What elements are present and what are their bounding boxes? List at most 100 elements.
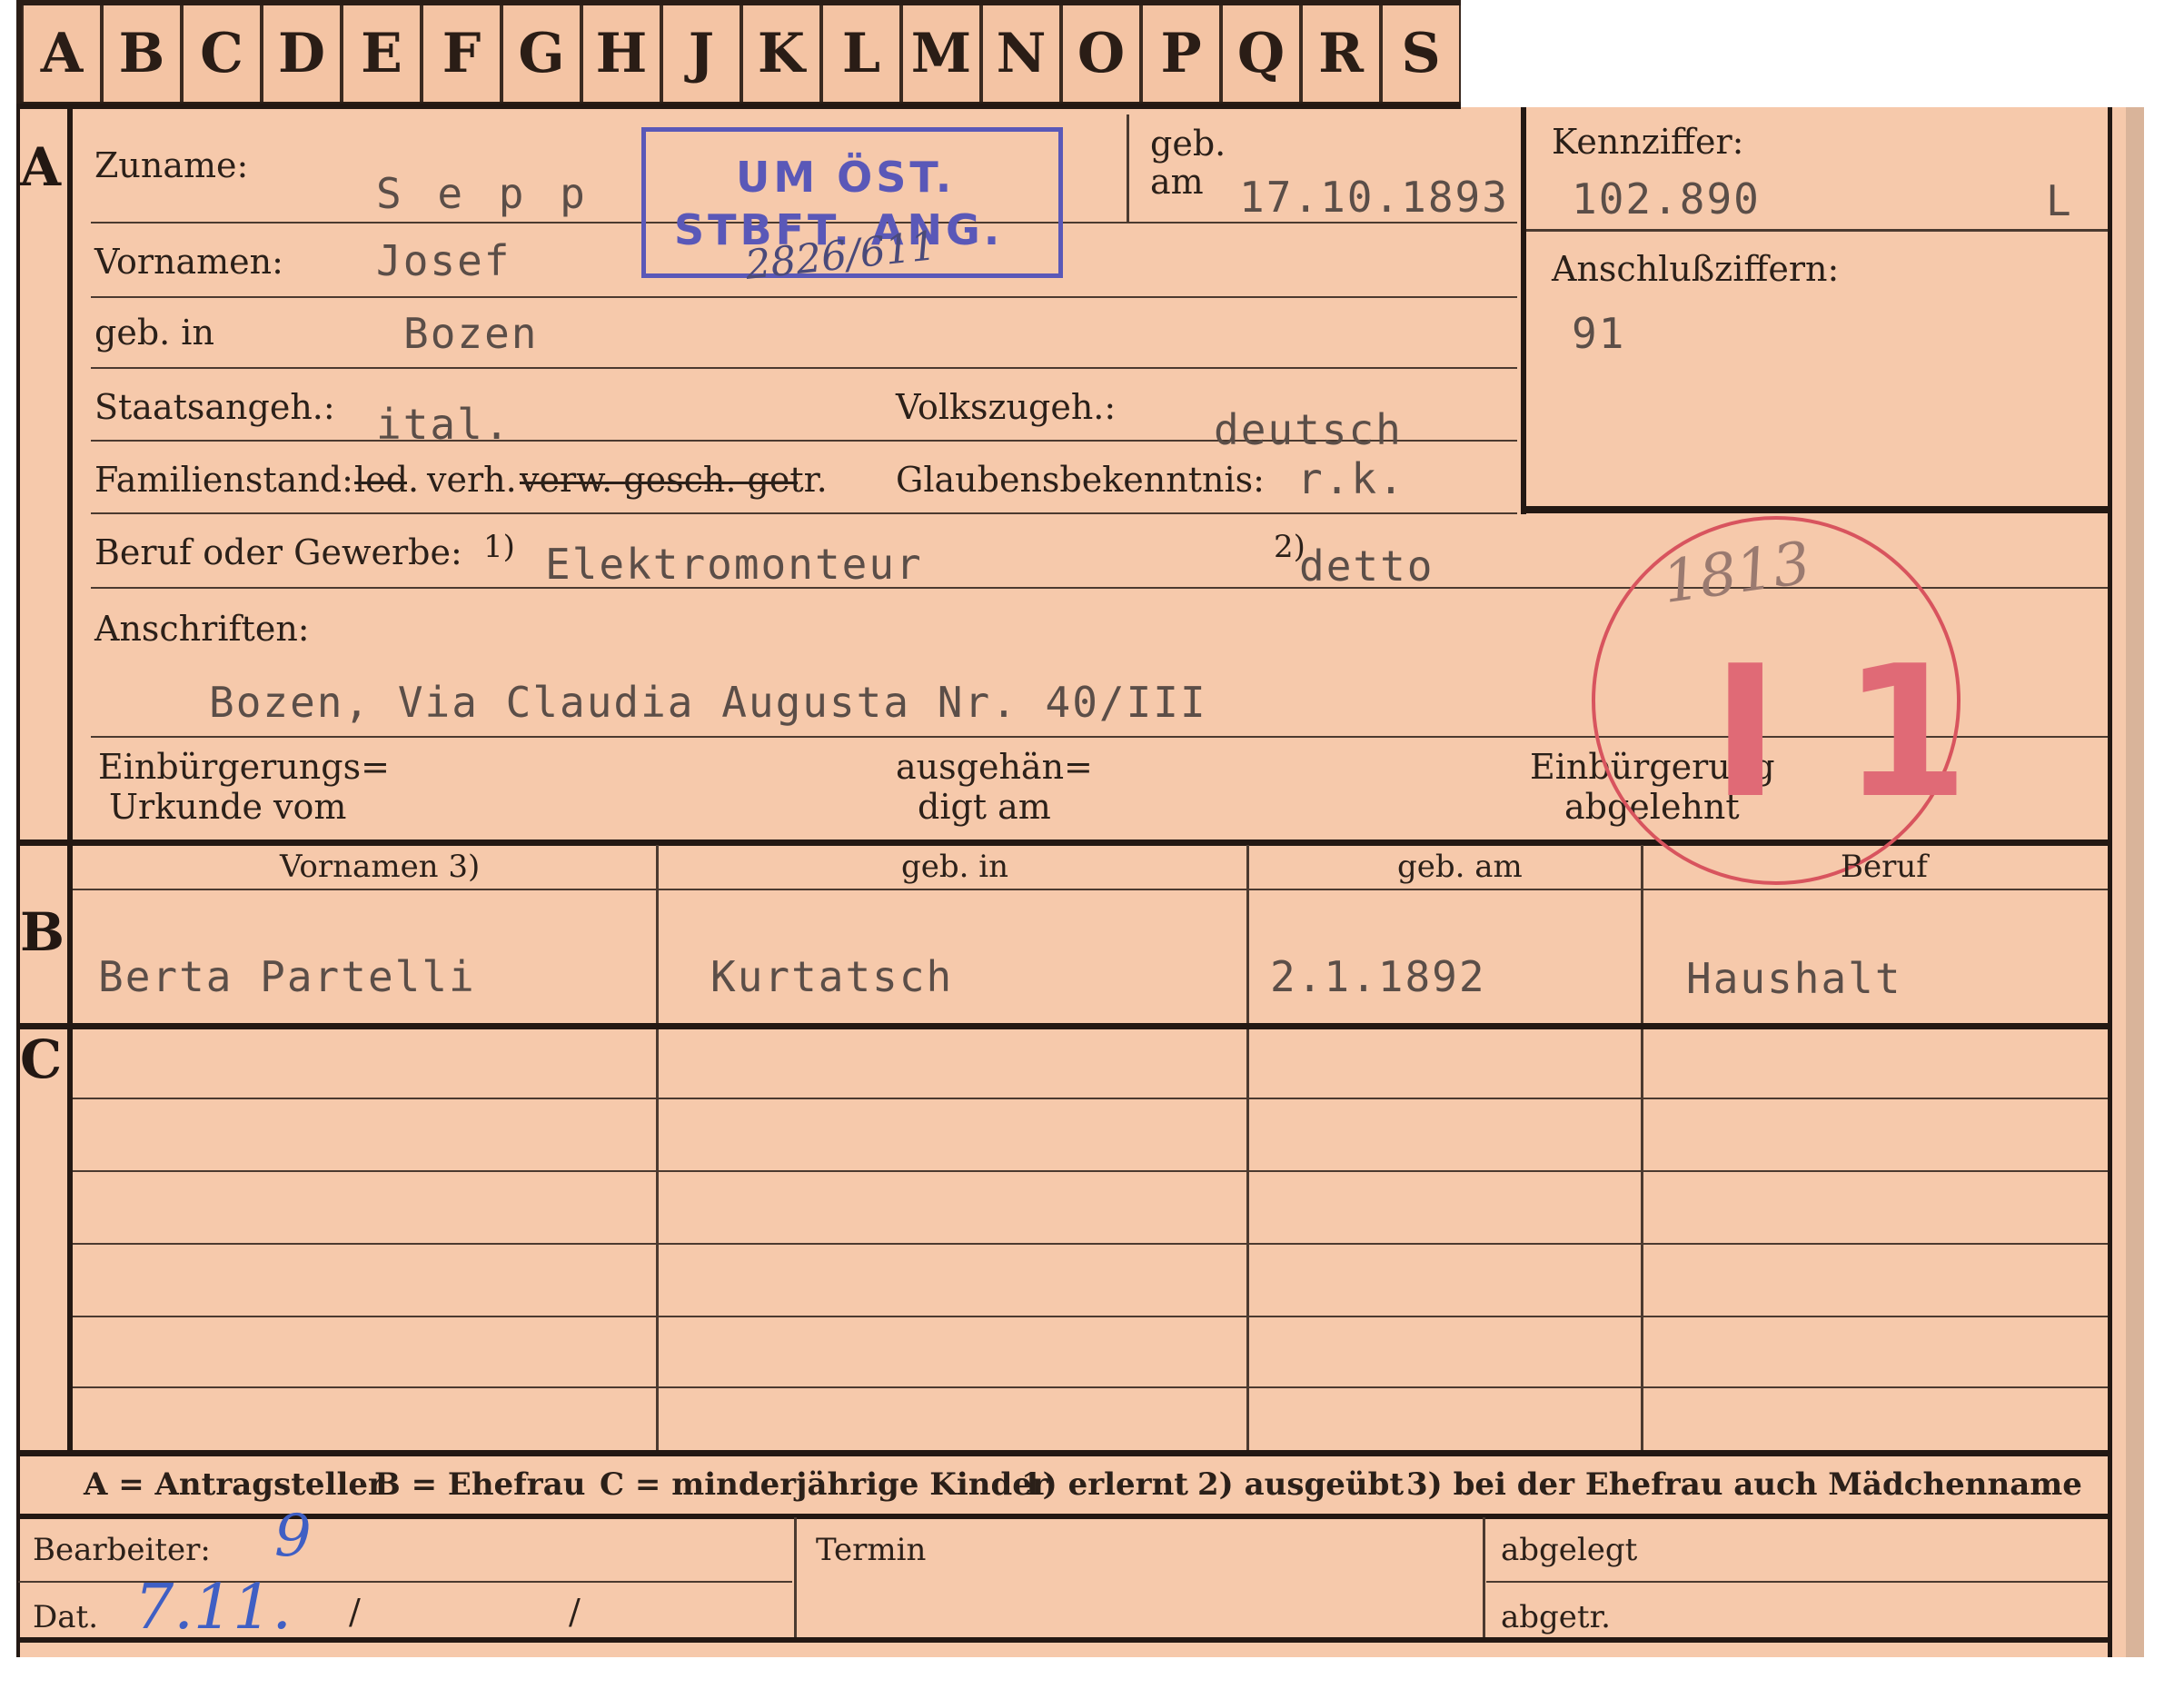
section-label-b: B — [20, 901, 65, 963]
spouse-geb-am: 2.1.1892 — [1270, 952, 1486, 1001]
legend-c: C = minderjährige Kinder — [600, 1466, 1048, 1503]
value-anschrift: Bozen, Via Claudia Augusta Nr. 40/III — [209, 678, 1207, 727]
label-zuname: Zuname: — [94, 145, 249, 185]
table-header-geb-in: geb. in — [901, 849, 1009, 885]
child-row-line-1 — [73, 1098, 2108, 1099]
label-abgelegt: abgelegt — [1501, 1532, 1638, 1568]
value-vornamen: Josef — [376, 236, 511, 285]
strikethrough-led — [354, 482, 407, 484]
value-kennziffer: 102.890 — [1572, 174, 1761, 224]
letter-tab-o[interactable]: O — [1061, 5, 1141, 102]
value-geb-in: Bozen — [403, 309, 539, 358]
child-row-line-5 — [73, 1386, 2108, 1388]
child-row-line-4 — [73, 1316, 2108, 1317]
col-divider-1 — [656, 845, 659, 1450]
familienstand-option-led: led. — [354, 460, 420, 500]
left-border — [16, 107, 20, 1657]
letter-tab-h[interactable]: H — [581, 5, 661, 102]
value-anschlussziffern: 91 — [1572, 309, 1626, 358]
legend-note-2: 2) ausgeübt — [1197, 1466, 1405, 1503]
value-beruf-ausgeuebt: detto — [1299, 541, 1434, 591]
label-anschlussziffern: Anschlußziffern: — [1552, 249, 1840, 289]
label-am: am — [1150, 162, 1204, 202]
table-header-line — [73, 889, 2108, 890]
top-border — [16, 104, 1461, 109]
table-header-vornamen: Vornamen 3) — [280, 849, 481, 885]
spouse-vornamen: Berta Partelli — [98, 952, 476, 1001]
dat-separator-2: / — [569, 1592, 581, 1632]
footer-divider-1 — [794, 1517, 797, 1641]
letter-tab-g[interactable]: G — [501, 5, 581, 102]
label-familienstand: Familienstand: — [94, 460, 353, 500]
label-volkszugeh: Volkszugeh.: — [896, 387, 1117, 427]
value-kennziffer-suffix: L — [2046, 176, 2073, 225]
label-ausgehaendigt-2: digt am — [918, 787, 1051, 827]
section-label-c: C — [20, 1028, 63, 1090]
letter-tab-q[interactable]: Q — [1221, 5, 1301, 102]
value-glaubensbekenntnis: r.k. — [1297, 454, 1405, 503]
bottom-border — [16, 1637, 2111, 1643]
label-vornamen: Vornamen: — [94, 242, 283, 282]
kennziffer-box-left — [1521, 107, 1526, 514]
legend-top-line — [16, 1450, 2111, 1456]
table-header-geb-am: geb. am — [1397, 849, 1523, 885]
value-beruf-erlernt: Elektromonteur — [545, 540, 923, 589]
child-row-line-3 — [73, 1243, 2108, 1245]
letter-tab-d[interactable]: D — [262, 5, 342, 102]
letter-tab-c[interactable]: C — [182, 5, 262, 102]
kennziffer-box-bottom — [1521, 506, 2111, 513]
label-beruf: Beruf oder Gewerbe: — [94, 532, 462, 572]
letter-tab-b[interactable]: B — [102, 5, 182, 102]
letter-tab-s[interactable]: S — [1381, 5, 1461, 102]
label-geb: geb. — [1150, 124, 1226, 164]
abgelegt-line — [1486, 1581, 2108, 1583]
kennziffer-underline — [1526, 229, 2108, 232]
familienstand-option-verh: verh. — [427, 460, 517, 500]
label-termin: Termin — [816, 1532, 927, 1568]
letter-tab-e[interactable]: E — [342, 5, 422, 102]
letter-tab-m[interactable]: M — [901, 5, 981, 102]
line-geb-in — [91, 367, 1517, 369]
table-header-beruf: Beruf — [1841, 849, 1928, 885]
legend-bottom-line — [16, 1514, 2111, 1519]
child-row-line-2 — [73, 1170, 2108, 1172]
section-column-divider — [67, 107, 73, 1456]
letter-tab-p[interactable]: P — [1141, 5, 1221, 102]
letter-tab-f[interactable]: F — [422, 5, 501, 102]
col-divider-3 — [1641, 845, 1643, 1450]
label-kennziffer: Kennziffer: — [1552, 122, 1744, 162]
familienstand-options-struck: verw. gesch. getr. — [520, 460, 828, 500]
section-b-end — [16, 1023, 2111, 1029]
label-dat: Dat. — [33, 1599, 99, 1635]
letter-tab-n[interactable]: N — [981, 5, 1061, 102]
right-border — [2108, 107, 2112, 1657]
line-vornamen — [91, 296, 1517, 298]
legend-note-1: 1) erlernt — [1021, 1466, 1189, 1503]
geb-divider — [1127, 114, 1129, 222]
value-zuname: S e p p — [376, 169, 591, 218]
label-einbuergerung-urkunde-1: Einbürgerungs= — [98, 747, 390, 787]
letter-tab-k[interactable]: K — [741, 5, 821, 102]
legend-note-3: 3) bei der Ehefrau auch Mädchenname — [1406, 1466, 2082, 1503]
letter-tab-r[interactable]: R — [1301, 5, 1381, 102]
letter-tab-a[interactable]: A — [22, 5, 102, 102]
legend-a: A = Antragsteller — [84, 1466, 384, 1503]
letter-tab-l[interactable]: L — [821, 5, 901, 102]
footer-divider-2 — [1483, 1517, 1485, 1641]
legend-b: B = Ehefrau — [374, 1466, 586, 1503]
section-label-a: A — [20, 136, 62, 198]
value-staatsangeh: ital. — [376, 400, 511, 449]
stamp-line-1: UM ÖST. — [736, 153, 956, 202]
value-dat: 7.11. — [134, 1572, 293, 1644]
spouse-geb-in: Kurtatsch — [710, 952, 954, 1001]
label-geb-in: geb. in — [94, 313, 214, 353]
footnote-1: 1) — [483, 529, 515, 565]
label-einbuergerung-urkunde-2: Urkunde vom — [109, 787, 347, 827]
label-staatsangeh: Staatsangeh.: — [94, 387, 335, 427]
letter-tab-strip: ABCDEFGHJKLMNOPQRS — [16, 0, 1461, 107]
dat-separator-1: / — [349, 1592, 361, 1632]
label-abgetr: abgetr. — [1501, 1599, 1611, 1635]
letter-tab-j[interactable]: J — [661, 5, 741, 102]
label-anschriften: Anschriften: — [94, 609, 310, 649]
line-familienstand — [91, 512, 1517, 514]
